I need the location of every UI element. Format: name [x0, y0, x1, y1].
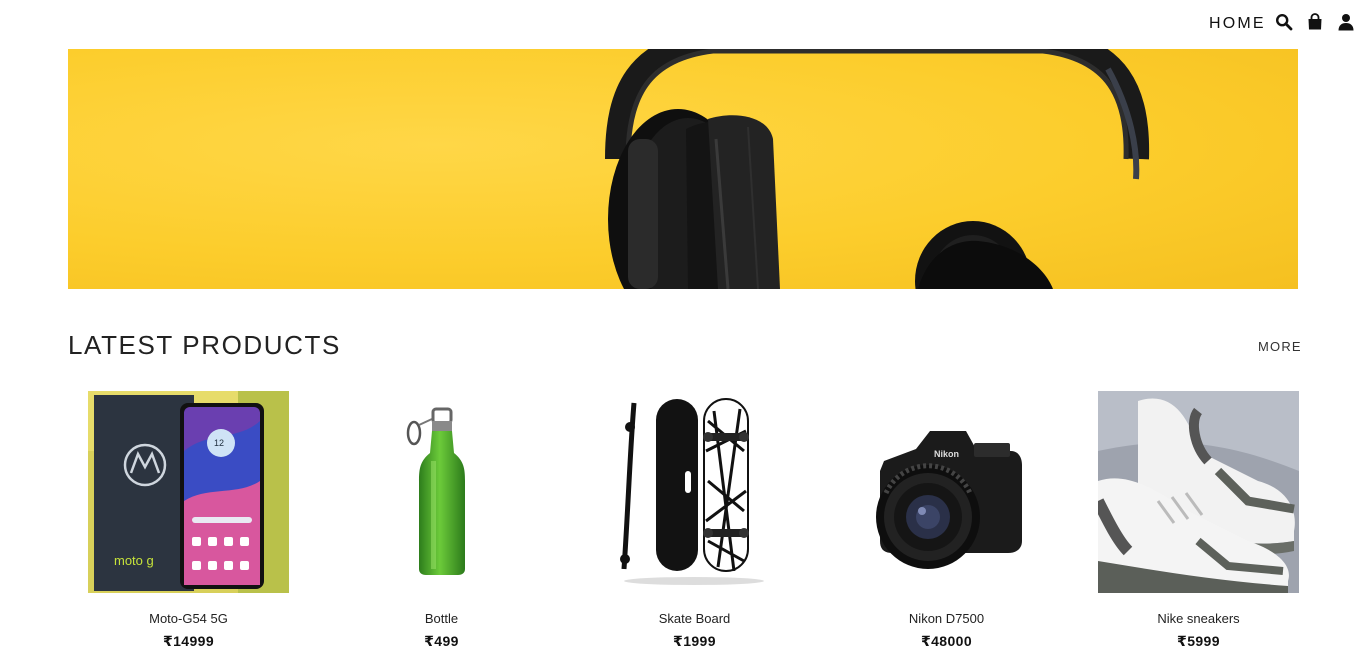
product-card[interactable]: moto g 12 Moto-G54 5G ₹14999 [88, 391, 289, 650]
svg-text:12: 12 [214, 438, 224, 448]
product-name: Skate Board [658, 611, 731, 626]
product-card[interactable]: Nikon Nikon D7500 ₹48000 [846, 391, 1047, 650]
product-name: Moto-G54 5G [149, 611, 228, 626]
product-image-phone: moto g 12 [88, 391, 289, 593]
top-navigation: HOME [0, 0, 1366, 48]
product-image-camera: Nikon [846, 391, 1047, 593]
nav-home-link[interactable]: HOME [1209, 15, 1266, 33]
hero-banner [68, 49, 1298, 289]
latest-products-heading: LATEST PRODUCTS [68, 330, 341, 360]
search-icon[interactable] [1275, 13, 1293, 31]
product-card[interactable]: Bottle ₹499 [341, 391, 542, 650]
product-image-skateboard [594, 391, 795, 593]
headphones-illustration [605, 49, 1150, 289]
more-link[interactable]: MORE [1258, 339, 1302, 354]
product-image-sneakers [1098, 391, 1299, 593]
product-name: Nike sneakers [1157, 611, 1240, 626]
shopping-bag-icon[interactable] [1306, 13, 1324, 31]
svg-text:Nikon: Nikon [934, 449, 959, 459]
product-price: ₹48000 [920, 633, 973, 649]
svg-text:moto g: moto g [114, 553, 154, 568]
product-name: Nikon D7500 [908, 611, 985, 626]
product-price: ₹499 [424, 633, 459, 649]
product-card[interactable]: Skate Board ₹1999 [594, 391, 795, 650]
product-price: ₹5999 [1177, 633, 1220, 649]
product-price: ₹14999 [162, 633, 215, 649]
product-image-bottle [341, 391, 542, 593]
product-price: ₹1999 [673, 633, 716, 649]
product-name: Bottle [424, 611, 459, 626]
product-card[interactable]: Nike sneakers ₹5999 [1098, 391, 1299, 650]
user-icon[interactable] [1337, 13, 1355, 31]
